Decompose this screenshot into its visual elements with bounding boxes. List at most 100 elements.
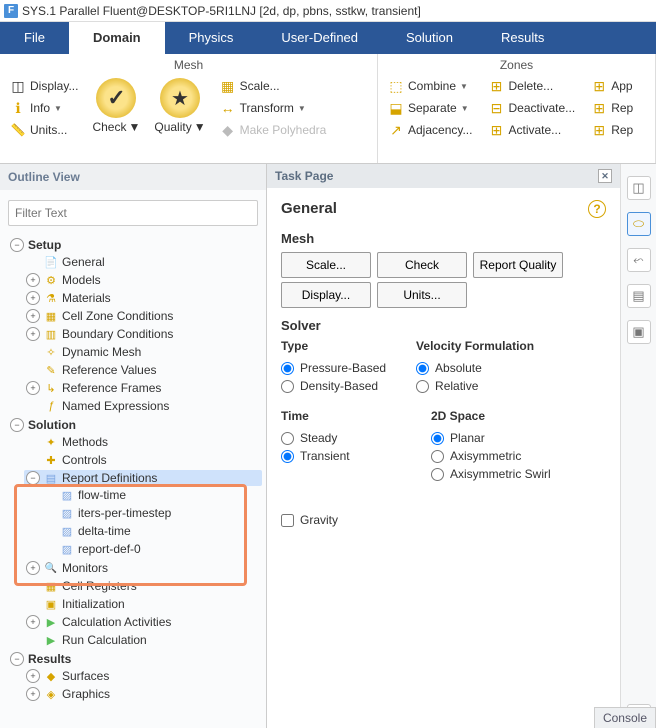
gravity-checkbox[interactable] [281, 514, 294, 527]
display-button[interactable]: Display... [281, 282, 371, 308]
tree-initialization[interactable]: Initialization [62, 597, 125, 611]
tree-dynamic-mesh[interactable]: Dynamic Mesh [62, 345, 141, 359]
tree-rd-0[interactable]: flow-time [78, 488, 126, 502]
tree-named-expr[interactable]: Named Expressions [62, 399, 169, 413]
tree-cell-registers[interactable]: Cell Registers [62, 579, 137, 593]
tree-run-calc[interactable]: Run Calculation [62, 633, 147, 647]
ribbon: Mesh Display... Info▼ Units... Check▼ Qu… [0, 54, 656, 164]
strip-doc-icon[interactable]: ▤ [627, 284, 651, 308]
delete-icon [488, 78, 504, 94]
expand-icon[interactable]: + [26, 327, 40, 341]
tree-ref-frames[interactable]: Reference Frames [62, 381, 161, 395]
transform-button[interactable]: Transform▼ [216, 98, 331, 118]
tree-calc-activities[interactable]: Calculation Activities [62, 615, 171, 629]
adjacency-button[interactable]: Adjacency... [384, 120, 476, 140]
report-item-icon [60, 542, 74, 556]
tree-rd-1[interactable]: iters-per-timestep [78, 506, 171, 520]
scale-icon [220, 78, 236, 94]
tab-domain[interactable]: Domain [69, 22, 165, 54]
outline-tree[interactable]: −Setup General +Models +Materials +Cell … [0, 236, 266, 728]
report-quality-button[interactable]: Report Quality [473, 252, 563, 278]
tree-methods[interactable]: Methods [62, 435, 108, 449]
tree-results[interactable]: Results [28, 652, 71, 666]
expand-icon[interactable]: + [26, 273, 40, 287]
tree-monitors[interactable]: Monitors [62, 561, 108, 575]
expand-icon[interactable]: + [26, 615, 40, 629]
report-item-icon [60, 488, 74, 502]
radio-pressure-based[interactable]: Pressure-Based [281, 359, 386, 377]
collapse-icon[interactable]: − [10, 238, 24, 252]
rep2-button[interactable]: Rep [587, 120, 637, 140]
radio-density-based[interactable]: Density-Based [281, 377, 386, 395]
console-tab[interactable]: Console [594, 707, 656, 728]
tab-solution[interactable]: Solution [382, 22, 477, 54]
tree-models[interactable]: Models [62, 273, 101, 287]
reference-icon [44, 363, 58, 377]
info-button[interactable]: Info▼ [6, 98, 82, 118]
tree-rd-2[interactable]: delta-time [78, 524, 131, 538]
tree-report-definitions[interactable]: Report Definitions [62, 471, 157, 485]
collapse-icon[interactable]: − [26, 471, 40, 485]
methods-icon [44, 435, 58, 449]
tree-boundary[interactable]: Boundary Conditions [62, 327, 173, 341]
display-button[interactable]: Display... [6, 76, 82, 96]
tree-graphics[interactable]: Graphics [62, 687, 110, 701]
task-title: General [281, 200, 606, 217]
right-icon-strip: ◫ ⬭ ⬿ ▤ ▣ ⟳ [620, 164, 656, 728]
tab-results[interactable]: Results [477, 22, 568, 54]
radio-axisymmetric-swirl[interactable]: Axisymmetric Swirl [431, 465, 551, 483]
radio-steady[interactable]: Steady [281, 429, 401, 447]
close-icon[interactable]: ✕ [598, 169, 612, 183]
expand-icon[interactable]: + [26, 381, 40, 395]
chevron-down-icon: ▼ [194, 120, 206, 134]
chevron-down-icon: ▼ [54, 104, 62, 113]
expand-icon[interactable]: + [26, 669, 40, 683]
radio-axisymmetric[interactable]: Axisymmetric [431, 447, 551, 465]
expand-icon[interactable]: + [26, 561, 40, 575]
tab-file[interactable]: File [0, 22, 69, 54]
scale-button[interactable]: Scale... [281, 252, 371, 278]
filter-input[interactable] [8, 200, 258, 226]
outline-pane: Outline View −Setup General +Models +Mat… [0, 164, 267, 728]
strip-pill-icon[interactable]: ⬭ [627, 212, 651, 236]
tab-physics[interactable]: Physics [165, 22, 258, 54]
tree-materials[interactable]: Materials [62, 291, 111, 305]
radio-transient[interactable]: Transient [281, 447, 401, 465]
radio-relative[interactable]: Relative [416, 377, 534, 395]
tab-user-defined[interactable]: User-Defined [257, 22, 382, 54]
check-button[interactable]: Check▼ [88, 76, 144, 136]
strip-chart-icon[interactable]: ⬿ [627, 248, 651, 272]
collapse-icon[interactable]: − [10, 652, 24, 666]
activate-button[interactable]: Activate... [484, 120, 579, 140]
deactivate-button[interactable]: Deactivate... [484, 98, 579, 118]
radio-absolute[interactable]: Absolute [416, 359, 534, 377]
tree-surfaces[interactable]: Surfaces [62, 669, 109, 683]
strip-cube-icon[interactable]: ◫ [627, 176, 651, 200]
report-item-icon [60, 506, 74, 520]
combine-button[interactable]: Combine▼ [384, 76, 476, 96]
expand-icon[interactable]: + [26, 309, 40, 323]
scale-button[interactable]: Scale... [216, 76, 331, 96]
tree-cell-zone[interactable]: Cell Zone Conditions [62, 309, 173, 323]
collapse-icon[interactable]: − [10, 418, 24, 432]
strip-window-icon[interactable]: ▣ [627, 320, 651, 344]
delete-button[interactable]: Delete... [484, 76, 579, 96]
radio-planar[interactable]: Planar [431, 429, 551, 447]
tree-solution[interactable]: Solution [28, 418, 76, 432]
tree-general[interactable]: General [62, 255, 105, 269]
help-icon[interactable]: ? [588, 200, 606, 218]
app-button[interactable]: App [587, 76, 637, 96]
tree-ref-values[interactable]: Reference Values [62, 363, 157, 377]
units-button[interactable]: Units... [377, 282, 467, 308]
check-button[interactable]: Check [377, 252, 467, 278]
tree-rd-3[interactable]: report-def-0 [78, 542, 141, 556]
make-polyhedra-button: Make Polyhedra [216, 120, 331, 140]
expand-icon[interactable]: + [26, 291, 40, 305]
expand-icon[interactable]: + [26, 687, 40, 701]
rep1-button[interactable]: Rep [587, 98, 637, 118]
units-button[interactable]: Units... [6, 120, 82, 140]
tree-setup[interactable]: Setup [28, 238, 61, 252]
separate-button[interactable]: Separate▼ [384, 98, 476, 118]
quality-button[interactable]: Quality▼ [150, 76, 209, 136]
tree-controls[interactable]: Controls [62, 453, 107, 467]
